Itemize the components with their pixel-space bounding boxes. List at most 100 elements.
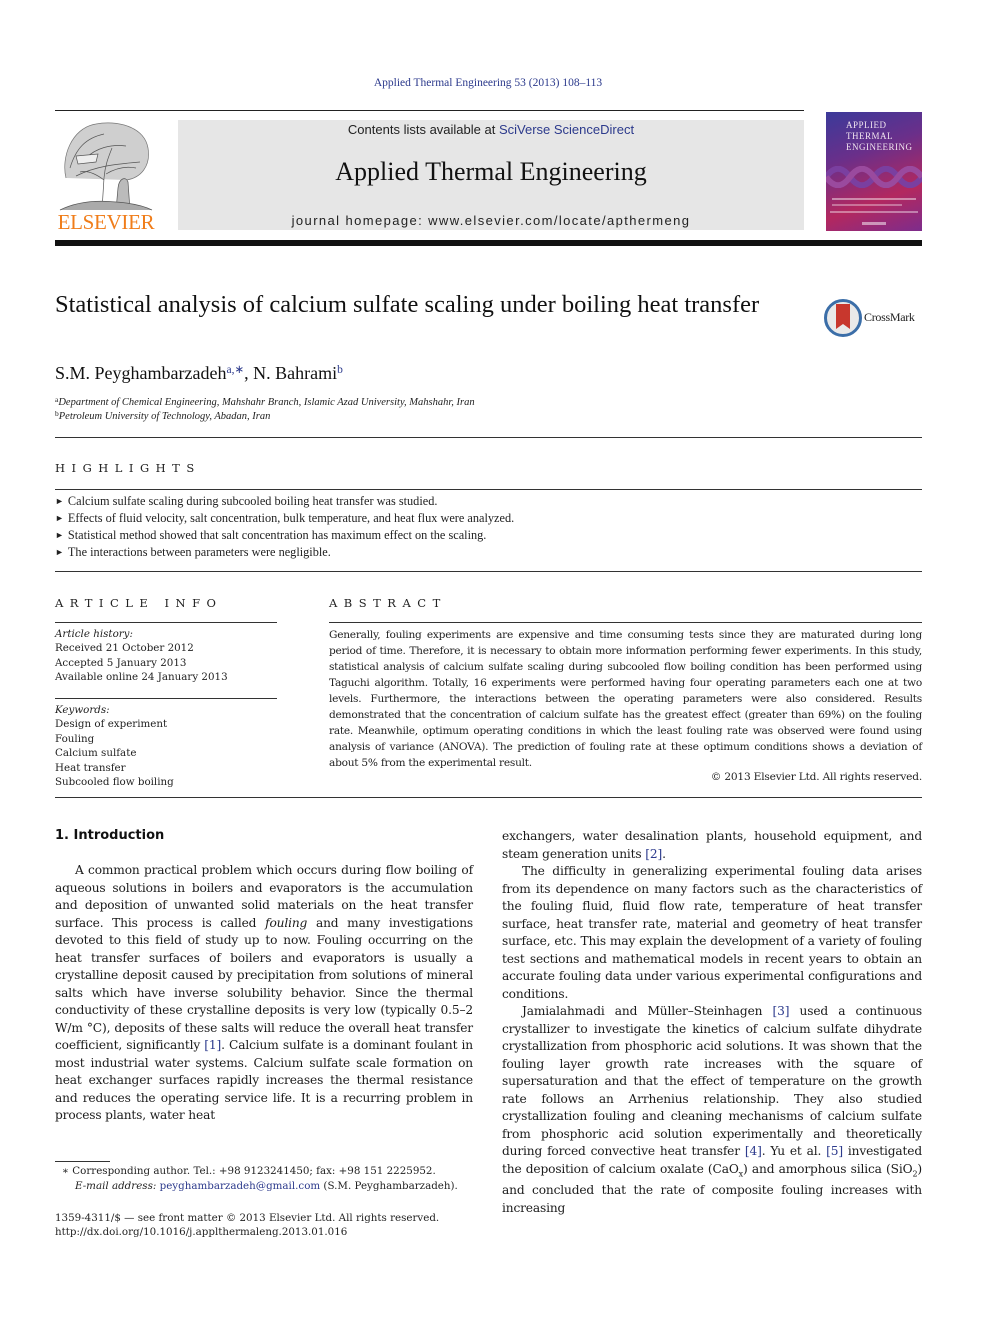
author-name: S.M. Peyghambarzadeh xyxy=(55,363,227,383)
divider xyxy=(55,797,922,798)
highlight-text: Effects of fluid velocity, salt concentr… xyxy=(67,511,515,525)
divider xyxy=(55,437,922,438)
journal-title: Applied Thermal Engineering xyxy=(335,157,647,186)
crossmark-label: CrossMark xyxy=(864,310,915,324)
triangle-bullet-icon: ► xyxy=(55,496,64,506)
corresponding-author-note: ∗ Corresponding author. Tel.: +98 912324… xyxy=(62,1165,436,1177)
journal-cover-image[interactable]: APPLIED THERMAL ENGINEERING xyxy=(826,112,922,231)
citation-link[interactable]: [2] xyxy=(645,847,662,861)
triangle-bullet-icon: ► xyxy=(55,530,64,540)
divider xyxy=(55,698,277,699)
divider xyxy=(55,110,804,111)
cover-text-line xyxy=(832,198,916,200)
keyword: Design of experiment xyxy=(55,718,168,731)
cover-title-line: APPLIED xyxy=(846,120,887,130)
citation-link[interactable]: [3] xyxy=(773,1004,790,1018)
cover-title-line: THERMAL xyxy=(846,131,893,141)
citation-link[interactable]: [1] xyxy=(204,1038,221,1052)
journal-homepage-link[interactable]: journal homepage: www.elsevier.com/locat… xyxy=(178,213,804,228)
contents-line: Contents lists available at SciVerse Sci… xyxy=(178,122,804,137)
masthead-divider xyxy=(55,240,922,246)
body-column-right: exchangers, water desalination plants, h… xyxy=(502,828,922,1217)
email-link[interactable]: peyghambarzadeh@gmail.com xyxy=(160,1180,321,1192)
citation-link[interactable]: [5] xyxy=(826,1144,843,1158)
elsevier-tree-icon xyxy=(59,122,153,211)
crossmark-icon xyxy=(824,299,862,337)
author-affiliation-link[interactable]: b xyxy=(337,364,343,376)
cover-text-line xyxy=(832,204,902,206)
highlights-heading: HIGHLIGHTS xyxy=(55,461,201,475)
history-item: Received 21 October 2012 xyxy=(55,642,194,655)
paragraph: A common practical problem which occurs … xyxy=(55,862,473,1125)
keyword: Fouling xyxy=(55,732,95,745)
text-run: Jamialahmadi and Müller–Steinhagen xyxy=(522,1004,773,1018)
author-affiliation-link[interactable]: a,∗ xyxy=(226,364,244,376)
text-run: . Yu et al. xyxy=(761,1144,827,1158)
footnote-divider xyxy=(55,1161,110,1162)
email-note: E-mail address: peyghambarzadeh@gmail.co… xyxy=(75,1179,458,1194)
paragraph: The difficulty in generalizing experimen… xyxy=(502,864,922,1001)
text-run: ) and amorphous silica (SiO xyxy=(743,1161,913,1176)
running-header[interactable]: Applied Thermal Engineering 53 (2013) 10… xyxy=(0,77,976,89)
text-run: . xyxy=(662,846,666,861)
elsevier-logo[interactable]: ELSEVIER xyxy=(54,118,160,234)
divider xyxy=(55,622,277,623)
cover-publisher-mark xyxy=(862,222,886,225)
highlight-text: Statistical method showed that salt conc… xyxy=(67,528,487,542)
section-heading: 1. Introduction xyxy=(55,828,165,843)
citation-link[interactable]: [4] xyxy=(745,1144,762,1158)
article-title: Statistical analysis of calcium sulfate … xyxy=(55,291,760,318)
abstract-heading: ABSTRACT xyxy=(329,596,447,610)
email-suffix: (S.M. Peyghambarzadeh). xyxy=(320,1180,458,1192)
email-label: E-mail address: xyxy=(75,1180,160,1192)
triangle-bullet-icon: ► xyxy=(55,547,64,557)
history-item: Available online 24 January 2013 xyxy=(55,671,228,684)
affiliation: aDepartment of Chemical Engineering, Mah… xyxy=(55,395,475,408)
keyword: Calcium sulfate xyxy=(55,747,137,760)
abstract-text: Generally, fouling experiments are expen… xyxy=(329,629,922,769)
divider xyxy=(329,622,922,623)
cover-title: APPLIED THERMAL ENGINEERING xyxy=(846,120,913,153)
crossmark-button[interactable]: CrossMark xyxy=(824,298,934,338)
highlight-item: ► Statistical method showed that salt con… xyxy=(55,527,922,544)
affiliation: bPetroleum University of Technology, Aba… xyxy=(55,409,270,422)
keywords: Keywords: Design of experiment Fouling C… xyxy=(55,703,174,789)
author-name: N. Bahrami xyxy=(253,363,338,383)
highlight-item: ► Effects of fluid velocity, salt concent… xyxy=(55,510,922,527)
abstract-copyright: © 2013 Elsevier Ltd. All rights reserved… xyxy=(710,771,922,783)
emphasis: fouling xyxy=(265,915,308,930)
sciencedirect-link[interactable]: SciVerse ScienceDirect xyxy=(499,122,634,137)
author-separator: , xyxy=(244,363,254,383)
highlights-list: ► Calcium sulfate scaling during subcoole… xyxy=(55,493,922,561)
divider xyxy=(55,489,922,490)
text-run: used a continuous crystallizer to invest… xyxy=(502,1004,922,1158)
history-label: Article history: xyxy=(55,628,133,640)
affiliation-text: Petroleum University of Technology, Abad… xyxy=(58,411,271,422)
article-info-heading: ARTICLE INFO xyxy=(55,596,223,610)
history-item: Accepted 5 January 2013 xyxy=(55,656,187,669)
highlight-item: ► Calcium sulfate scaling during subcoole… xyxy=(55,493,922,510)
highlight-item: ► The interactions between parameters wer… xyxy=(55,544,922,561)
affiliation-text: Department of Chemical Engineering, Mahs… xyxy=(58,397,475,408)
cover-text-line xyxy=(830,211,918,213)
author-list: S.M. Peyghambarzadeha,∗, N. Bahramib xyxy=(55,362,343,384)
article-history: Article history: Received 21 October 201… xyxy=(55,627,228,685)
keywords-label: Keywords: xyxy=(55,704,110,716)
highlight-text: Calcium sulfate scaling during subcooled… xyxy=(67,494,438,508)
paragraph: Jamialahmadi and Müller–Steinhagen [3] u… xyxy=(502,1003,922,1217)
keyword: Heat transfer xyxy=(55,761,126,774)
elsevier-wordmark: ELSEVIER xyxy=(57,210,155,234)
cover-title-line: ENGINEERING xyxy=(846,142,913,152)
journal-masthead: Contents lists available at SciVerse Sci… xyxy=(178,120,804,230)
keyword: Subcooled flow boiling xyxy=(55,776,174,789)
text-run: and many investigations devoted to this … xyxy=(55,915,473,1053)
triangle-bullet-icon: ► xyxy=(55,513,64,523)
contents-prefix: Contents lists available at xyxy=(347,122,499,137)
paragraph: exchangers, water desalination plants, h… xyxy=(502,828,922,863)
doi-link[interactable]: http://dx.doi.org/10.1016/j.applthermale… xyxy=(55,1225,347,1240)
front-matter-note: 1359-4311/$ — see front matter © 2013 El… xyxy=(55,1212,440,1224)
highlight-text: The interactions between parameters were… xyxy=(67,545,331,559)
body-column-left: A common practical problem which occurs … xyxy=(55,862,473,1125)
text-run: exchangers, water desalination plants, h… xyxy=(502,829,922,861)
divider xyxy=(55,571,922,572)
